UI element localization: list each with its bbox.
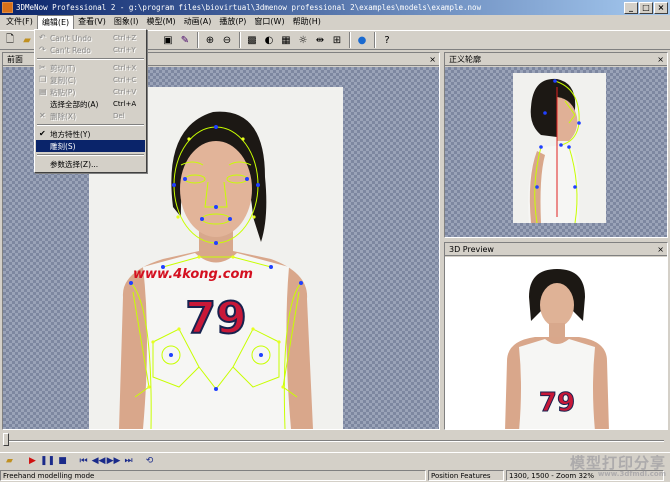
3d-preview-pane: 3D Preview × 79 — [444, 242, 668, 430]
menu-item-shortcut: Ctrl+V — [113, 88, 137, 96]
menu-item-shortcut: Ctrl+X — [113, 64, 137, 72]
menu-item-icon: ✕ — [39, 111, 46, 120]
rewind-icon[interactable]: ◀◀ — [91, 454, 106, 468]
menu-item-icon: ▤ — [39, 87, 47, 96]
title-bar: 3DMeNow Professional 2 - g:\program file… — [0, 0, 670, 15]
globe-icon[interactable]: ● — [354, 32, 370, 48]
fast-forward-icon[interactable]: ▶▶ — [106, 454, 121, 468]
menu-item-icon: ↶ — [39, 33, 46, 42]
open-folder-icon[interactable]: ▰ — [2, 454, 17, 468]
menu-item-shortcut: Ctrl+A — [113, 100, 137, 108]
menu-item-label: 地方特性(Y) — [50, 129, 91, 139]
close-icon[interactable]: × — [429, 53, 436, 66]
checkmark-icon: ✔ — [39, 129, 46, 138]
site-watermark: 模型打印分享 www.3dfmdl.com — [570, 452, 666, 478]
light-icon[interactable]: ☼ — [295, 32, 311, 48]
jersey-number: 79 — [185, 293, 246, 344]
menu-item-shortcut: Del — [113, 112, 125, 120]
pane-title-profile: 正义轮廓 — [449, 55, 481, 64]
menu-play[interactable]: 播放(P) — [215, 15, 250, 29]
menu-item-label: 粘贴(P) — [50, 87, 76, 97]
menu-separator — [37, 154, 144, 156]
status-mode: Freehand modelling mode — [0, 470, 426, 481]
menu-edit[interactable]: 编辑(E) — [36, 15, 75, 29]
pause-icon[interactable]: ❚❚ — [40, 454, 55, 468]
edit-menu-item[interactable]: ✔ 地方特性(Y) — [36, 128, 145, 140]
menu-bar: 文件(F) 编辑(E) 查看(V) 图象(I) 模型(M) 动画(A) 播放(P… — [0, 15, 670, 29]
timeline-thumb[interactable] — [3, 433, 9, 446]
menu-view[interactable]: 查看(V) — [74, 15, 110, 29]
menu-separator — [37, 58, 144, 60]
edit-menu-item[interactable]: ✕ 删除(X) Del — [36, 110, 145, 122]
new-file-icon[interactable]: 🗋 — [2, 32, 18, 48]
menu-file[interactable]: 文件(F) — [2, 15, 37, 29]
menu-item-label: 剪切(T) — [50, 63, 76, 73]
preview-jersey-number: 79 — [539, 388, 575, 418]
app-icon[interactable] — [2, 2, 13, 13]
open-folder-icon[interactable]: ▰ — [19, 32, 35, 48]
pane-title-preview: 3D Preview — [449, 245, 494, 254]
edit-menu-item[interactable]: ↶ Can't Undo Ctrl+Z — [36, 32, 145, 44]
profile-canvas[interactable] — [445, 67, 667, 237]
last-frame-icon[interactable]: ⏭ — [121, 454, 136, 468]
play-icon[interactable]: ▶ — [25, 454, 40, 468]
3d-model-render[interactable]: 79 — [445, 257, 667, 429]
window-title: 3DMeNow Professional 2 - g:\program file… — [16, 3, 482, 12]
zoom-in-icon[interactable]: ⊕ — [202, 32, 218, 48]
status-features: Position Features — [428, 470, 504, 481]
contrast-icon[interactable]: ◐ — [261, 32, 277, 48]
edit-menu-item[interactable]: ❐ 复制(C) Ctrl+C — [36, 74, 145, 86]
stop-icon[interactable]: ■ — [55, 454, 70, 468]
menu-image[interactable]: 图象(I) — [110, 15, 143, 29]
close-button[interactable]: × — [654, 1, 668, 14]
timeline-slider[interactable] — [0, 432, 670, 448]
edit-menu-item[interactable]: ↷ Can't Redo Ctrl+Y — [36, 44, 145, 56]
profile-photo[interactable] — [445, 67, 667, 237]
menu-item-icon: ❐ — [39, 75, 47, 84]
menu-item-label: Can't Undo — [50, 33, 92, 43]
menu-item-label: 选择全部的(A) — [50, 99, 99, 109]
first-frame-icon[interactable]: ⏮ — [76, 454, 91, 468]
watermark-url: www.4kong.com — [133, 267, 253, 282]
close-icon[interactable]: × — [657, 53, 664, 66]
help-icon[interactable]: ? — [379, 32, 395, 48]
menu-item-label: 复制(C) — [50, 75, 77, 85]
menu-item-icon: ↷ — [39, 45, 46, 54]
menu-item-shortcut: Ctrl+Z — [113, 34, 137, 42]
minimize-button[interactable]: _ — [624, 1, 638, 14]
loop-icon[interactable]: ⟲ — [142, 454, 157, 468]
mesh-icon[interactable]: ⊞ — [329, 32, 345, 48]
menu-separator — [37, 124, 144, 126]
camera-icon[interactable]: ▣ — [160, 32, 176, 48]
edit-menu-item[interactable]: ▤ 粘贴(P) Ctrl+V — [36, 86, 145, 98]
pin-icon[interactable]: ✎ — [177, 32, 193, 48]
edit-menu-item[interactable]: ✂ 剪切(T) Ctrl+X — [36, 62, 145, 74]
menu-model[interactable]: 模型(M) — [142, 15, 179, 29]
menu-animation[interactable]: 动画(A) — [180, 15, 216, 29]
menu-help[interactable]: 帮助(H) — [289, 15, 325, 29]
maximize-button[interactable]: □ — [639, 1, 653, 14]
menu-item-shortcut: Ctrl+Y — [113, 46, 136, 54]
menu-item-shortcut: Ctrl+C — [113, 76, 137, 84]
profile-view-pane: 正义轮廓 × — [444, 52, 668, 238]
edit-menu-item[interactable]: 参数选择(Z)... — [36, 158, 145, 170]
grid-icon[interactable]: ▦ — [278, 32, 294, 48]
menu-item-label: 删除(X) — [50, 111, 76, 121]
symmetry-icon[interactable]: ⇹ — [312, 32, 328, 48]
close-icon[interactable]: × — [657, 243, 664, 256]
menu-item-label: Can't Redo — [50, 45, 91, 55]
image-icon[interactable]: ▩ — [244, 32, 260, 48]
pane-title-front: 前面 — [7, 55, 23, 64]
zoom-out-icon[interactable]: ⊖ — [219, 32, 235, 48]
preview-canvas[interactable]: 79 — [445, 257, 667, 429]
menu-item-icon: ✂ — [39, 63, 46, 72]
menu-item-label: 参数选择(Z)... — [50, 159, 99, 169]
edit-menu-item[interactable]: 雕刻(S) — [36, 140, 145, 152]
edit-menu-item[interactable]: 选择全部的(A) Ctrl+A — [36, 98, 145, 110]
edit-menu-dropdown: ↶ Can't Undo Ctrl+Z ↷ Can't Redo Ctrl+Y ✂ 剪切(T)… — [34, 29, 147, 173]
menu-window[interactable]: 窗口(W) — [250, 15, 288, 29]
menu-item-label: 雕刻(S) — [50, 141, 76, 151]
